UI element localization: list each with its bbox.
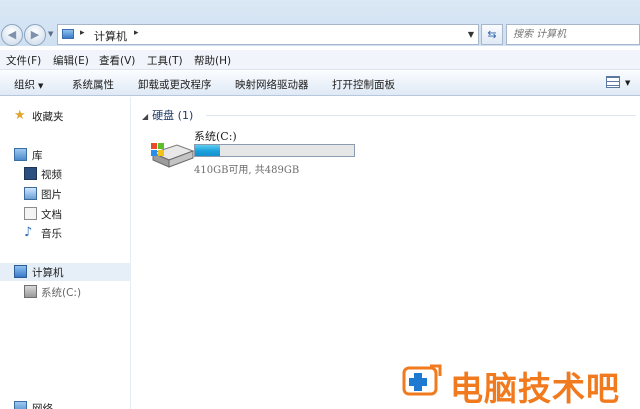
sidebar-item-music[interactable]: ♪ 音乐 [0,224,131,242]
video-icon [24,167,37,180]
star-icon: ★ [14,108,26,123]
picture-icon [24,187,37,200]
sidebar-item-label: 库 [32,150,43,162]
drive-usage-fill [195,145,221,156]
drive-icon [24,285,37,298]
network-icon [14,401,27,409]
breadcrumb-computer[interactable]: 计算机 [94,28,127,44]
address-dropdown-icon[interactable]: ▼ [468,30,474,39]
sidebar-item-label: 系统(C:) [41,287,82,299]
computer-icon [14,265,27,278]
menu-file[interactable]: 文件(F) [6,53,41,68]
drive-free-space: 410GB可用, 共489GB [194,165,300,176]
sidebar-item-label: 收藏夹 [32,111,64,123]
sidebar-item-label: 音乐 [41,228,62,240]
search-input[interactable] [507,25,639,44]
command-bar: 组织 ▼ 系统属性 卸载或更改程序 映射网络驱动器 打开控制面板 ▼ [0,71,640,96]
sidebar-item-system-drive[interactable]: 系统(C:) [0,283,131,301]
breadcrumb-arrow-icon[interactable]: ▸ [134,28,139,38]
group-title: 硬盘 (1) [152,109,194,122]
map-network-drive-button[interactable]: 映射网络驱动器 [235,77,309,92]
library-icon [14,148,27,161]
arrow-left-icon: ◀ [7,28,17,41]
change-view-icon[interactable] [606,76,620,88]
forward-button[interactable]: ▶ [24,24,46,46]
sidebar-item-libraries[interactable]: 库 [0,146,131,164]
breadcrumb-arrow-icon[interactable]: ▸ [80,28,85,38]
navigation-pane: ★ 收藏夹 库 视频 图片 文档 ♪ 音乐 计算机 系统(C:) 网络 [0,97,131,409]
sidebar-item-network[interactable]: 网络 [0,399,131,409]
group-header-hard-disks[interactable]: ◢ 硬盘 (1) [142,107,193,123]
menu-view[interactable]: 查看(V) [99,53,135,68]
sidebar-item-label: 图片 [41,189,62,201]
menu-help[interactable]: 帮助(H) [194,53,231,68]
menu-bar: 文件(F) 编辑(E) 查看(V) 工具(T) 帮助(H) [0,50,640,70]
watermark-text: 电脑技术吧 [450,369,620,408]
sidebar-item-label: 计算机 [32,267,64,279]
back-button[interactable]: ◀ [1,24,23,46]
system-properties-button[interactable]: 系统属性 [72,77,114,92]
uninstall-program-button[interactable]: 卸载或更改程序 [138,77,212,92]
collapse-triangle-icon: ◢ [142,112,149,121]
open-control-panel-button[interactable]: 打开控制面板 [332,77,395,92]
sidebar-item-label: 视频 [41,169,62,181]
watermark: 电脑技术吧 [398,360,638,408]
address-toolbar: ◀ ▶ ▼ ▸ 计算机 ▸ ▼ ⇆ [0,0,640,46]
address-bar[interactable]: ▸ 计算机 ▸ ▼ [57,24,479,45]
menu-tools[interactable]: 工具(T) [147,53,183,68]
menu-edit[interactable]: 编辑(E) [53,53,89,68]
search-box[interactable] [506,24,640,45]
hard-drive-icon[interactable] [149,139,195,169]
sidebar-item-videos[interactable]: 视频 [0,165,131,183]
sidebar-item-label: 文档 [41,209,62,221]
organize-label: 组织 [14,79,35,91]
sidebar-item-documents[interactable]: 文档 [0,205,131,223]
medical-cross-logo-icon [402,364,442,396]
organize-button[interactable]: 组织 ▼ [14,77,43,92]
refresh-button[interactable]: ⇆ [481,24,503,45]
group-divider [206,115,636,116]
recent-pages-dropdown[interactable]: ▼ [48,30,53,38]
sidebar-item-pictures[interactable]: 图片 [0,185,131,203]
chevron-down-icon: ▼ [38,82,44,90]
music-note-icon: ♪ [24,225,33,240]
arrow-right-icon: ▶ [30,28,40,41]
refresh-icon: ⇆ [487,28,497,41]
chevron-down-icon[interactable]: ▼ [625,79,630,87]
drive-usage-bar [194,144,355,157]
document-icon [24,207,37,220]
sidebar-item-label: 网络 [32,403,53,409]
sidebar-item-computer[interactable]: 计算机 [0,263,131,281]
computer-icon [62,29,74,39]
sidebar-item-favorites[interactable]: ★ 收藏夹 [0,107,131,125]
drive-name[interactable]: 系统(C:) [194,128,237,144]
